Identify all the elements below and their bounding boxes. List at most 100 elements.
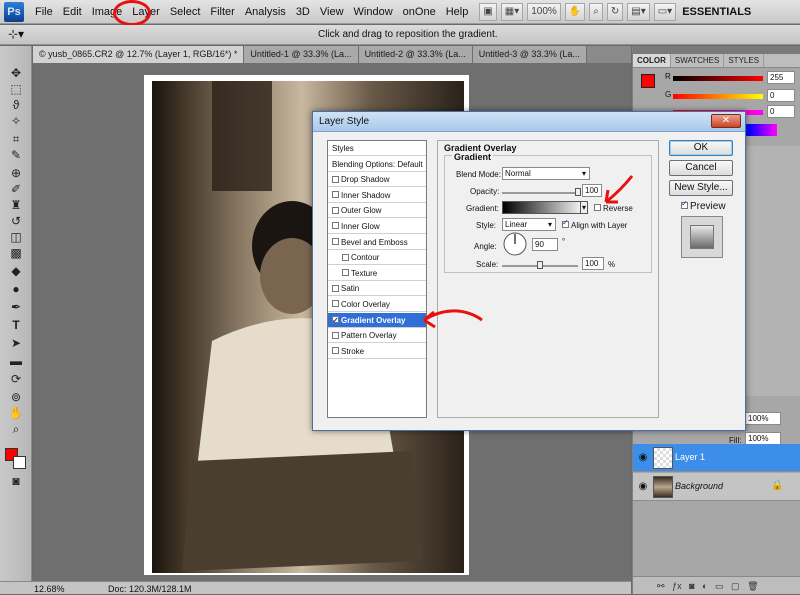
style-checkbox[interactable] xyxy=(332,191,339,199)
background-color-swatch[interactable] xyxy=(13,456,26,469)
style-item-inner-shadow[interactable]: Inner Shadow xyxy=(328,188,426,203)
color-g-value[interactable]: 0 xyxy=(767,89,795,102)
style-item-drop-shadow[interactable]: Drop Shadow xyxy=(328,172,426,188)
style-item-pattern-overlay[interactable]: Pattern Overlay xyxy=(328,328,426,344)
tab-document-main[interactable]: © yusb_0865.CR2 @ 12.7% (Layer 1, RGB/16… xyxy=(33,46,245,63)
eye-icon[interactable]: ◉ xyxy=(637,452,649,464)
color-r-slider[interactable] xyxy=(673,76,763,81)
rotate-icon[interactable]: ↻ xyxy=(606,2,624,21)
gradient-dropdown[interactable]: ▾ xyxy=(580,201,588,214)
style-item-outer-glow[interactable]: Outer Glow xyxy=(328,203,426,219)
view-extras-icon[interactable]: ▦▾ xyxy=(500,2,524,21)
tab-styles[interactable]: STYLES xyxy=(724,54,765,67)
style-item-satin[interactable]: Satin xyxy=(328,281,426,297)
menu-view[interactable]: View xyxy=(315,0,349,24)
ok-button[interactable]: OK xyxy=(669,140,733,156)
status-doc-size[interactable]: Doc: 120.3M/128.1M xyxy=(108,583,192,595)
style-checkbox[interactable] xyxy=(332,237,339,245)
menu-filter[interactable]: Filter xyxy=(205,0,239,24)
style-checkbox[interactable] xyxy=(332,175,339,183)
style-item-styles[interactable]: Styles xyxy=(328,141,426,156)
style-item-bevel-and-emboss[interactable]: Bevel and Emboss xyxy=(328,235,426,250)
magic-wand-icon[interactable]: ✧ xyxy=(7,114,25,128)
healing-brush-icon[interactable]: ⊕ xyxy=(7,166,25,180)
tab-untitled-2[interactable]: Untitled-2 @ 33.3% (La... xyxy=(358,46,473,63)
tab-untitled-3[interactable]: Untitled-3 @ 33.3% (La... xyxy=(472,46,587,63)
pen-tool-icon[interactable]: ✒ xyxy=(7,300,25,314)
clone-stamp-icon[interactable]: ♜ xyxy=(7,198,25,212)
style-checkbox[interactable] xyxy=(332,300,339,308)
fx-icon[interactable]: ƒx xyxy=(672,581,682,591)
scale-field[interactable]: 100 xyxy=(582,257,604,270)
style-checkbox[interactable] xyxy=(332,331,339,339)
shape-tool-icon[interactable]: ▬ xyxy=(7,354,25,368)
history-brush-icon[interactable]: ↺ xyxy=(7,214,25,228)
tab-swatches[interactable]: SWATCHES xyxy=(671,54,725,67)
close-icon[interactable]: ✕ xyxy=(711,114,741,128)
hand-tool-icon[interactable]: ✋ xyxy=(7,406,25,420)
scale-slider-handle[interactable] xyxy=(537,261,543,269)
adjustment-icon[interactable]: ◐ xyxy=(702,581,707,591)
style-checkbox[interactable] xyxy=(342,253,349,261)
style-checkbox[interactable] xyxy=(332,222,339,230)
zoom-tool-icon[interactable]: ⌕ xyxy=(7,422,25,436)
eraser-icon[interactable]: ◫ xyxy=(7,230,25,244)
style-item-stroke[interactable]: Stroke xyxy=(328,344,426,359)
angle-field[interactable]: 90 xyxy=(532,238,558,251)
layer-row-background[interactable]: ◉ Background 🔒 xyxy=(633,473,800,501)
workspace-switcher[interactable]: ESSENTIALS xyxy=(682,6,751,18)
gradient-picker[interactable] xyxy=(502,201,586,214)
menu-help[interactable]: Help xyxy=(441,0,474,24)
align-with-layer-checkbox[interactable]: Align with Layer xyxy=(562,218,627,230)
group-icon[interactable]: ▭ xyxy=(715,581,724,591)
path-select-icon[interactable]: ➤ xyxy=(7,336,25,350)
preview-checkbox[interactable]: Preview xyxy=(681,199,726,212)
gradient-tool-icon[interactable]: ▩ xyxy=(7,246,25,260)
dialog-titlebar[interactable]: Layer Style ✕ xyxy=(313,112,745,132)
blend-mode-select[interactable]: Normal ▾ xyxy=(502,167,590,180)
panel-foreground-swatch[interactable] xyxy=(641,74,655,88)
type-tool-icon[interactable]: T xyxy=(7,318,25,332)
quick-mask-icon[interactable]: ◙ xyxy=(7,474,25,488)
marquee-tool-icon[interactable]: ⬚ xyxy=(7,82,25,96)
tab-color[interactable]: COLOR xyxy=(633,54,671,67)
eye-icon[interactable]: ◉ xyxy=(637,481,649,493)
style-item-contour[interactable]: Contour xyxy=(328,250,426,266)
menu-edit[interactable]: Edit xyxy=(58,0,87,24)
zoom-icon[interactable]: ⌕ xyxy=(589,2,603,21)
style-item-color-overlay[interactable]: Color Overlay xyxy=(328,297,426,312)
new-style-button[interactable]: New Style... xyxy=(669,180,733,196)
cancel-button[interactable]: Cancel xyxy=(669,160,733,176)
eyedropper-icon[interactable]: ✎ xyxy=(7,148,25,162)
3d-orbit-icon[interactable]: ⊚ xyxy=(7,390,25,404)
hand-icon[interactable]: ✋ xyxy=(564,2,586,21)
style-checkbox[interactable] xyxy=(332,313,339,328)
bridge-icon[interactable]: ▣ xyxy=(479,2,497,21)
brush-tool-icon[interactable]: ✐ xyxy=(7,182,25,196)
style-item-inner-glow[interactable]: Inner Glow xyxy=(328,219,426,234)
new-layer-icon[interactable]: ▢ xyxy=(731,581,740,591)
screen-mode-icon[interactable]: ▭▾ xyxy=(653,2,677,21)
zoom-level[interactable]: 100% xyxy=(527,2,561,21)
menu-onone[interactable]: onOne xyxy=(398,0,441,24)
style-checkbox[interactable] xyxy=(332,284,339,292)
style-checkbox[interactable] xyxy=(342,269,349,277)
style-select[interactable]: Linear ▾ xyxy=(502,218,556,231)
add-mask-icon[interactable]: ◙ xyxy=(689,581,694,591)
preview-checkbox-box[interactable] xyxy=(681,199,688,209)
style-item-blending-options-default[interactable]: Blending Options: Default xyxy=(328,157,426,172)
trash-icon[interactable]: 🗑 xyxy=(747,581,758,591)
arrange-icon[interactable]: ▤▾ xyxy=(627,2,650,21)
move-tool-icon[interactable]: ✥ xyxy=(7,66,25,80)
layer-row-layer-1[interactable]: ◉ Layer 1 xyxy=(633,444,800,472)
opacity-slider[interactable] xyxy=(502,192,578,194)
crop-tool-icon[interactable]: ⌗ xyxy=(7,132,25,146)
color-g-slider[interactable] xyxy=(673,94,763,99)
move-tool-icon[interactable]: ⊹▾ xyxy=(8,27,24,41)
style-item-texture[interactable]: Texture xyxy=(328,266,426,281)
color-r-value[interactable]: 255 xyxy=(767,71,795,84)
3d-rotate-icon[interactable]: ⟳ xyxy=(7,372,25,386)
menu-select[interactable]: Select xyxy=(165,0,206,24)
tab-untitled-1[interactable]: Untitled-1 @ 33.3% (La... xyxy=(244,46,359,63)
menu-analysis[interactable]: Analysis xyxy=(240,0,291,24)
